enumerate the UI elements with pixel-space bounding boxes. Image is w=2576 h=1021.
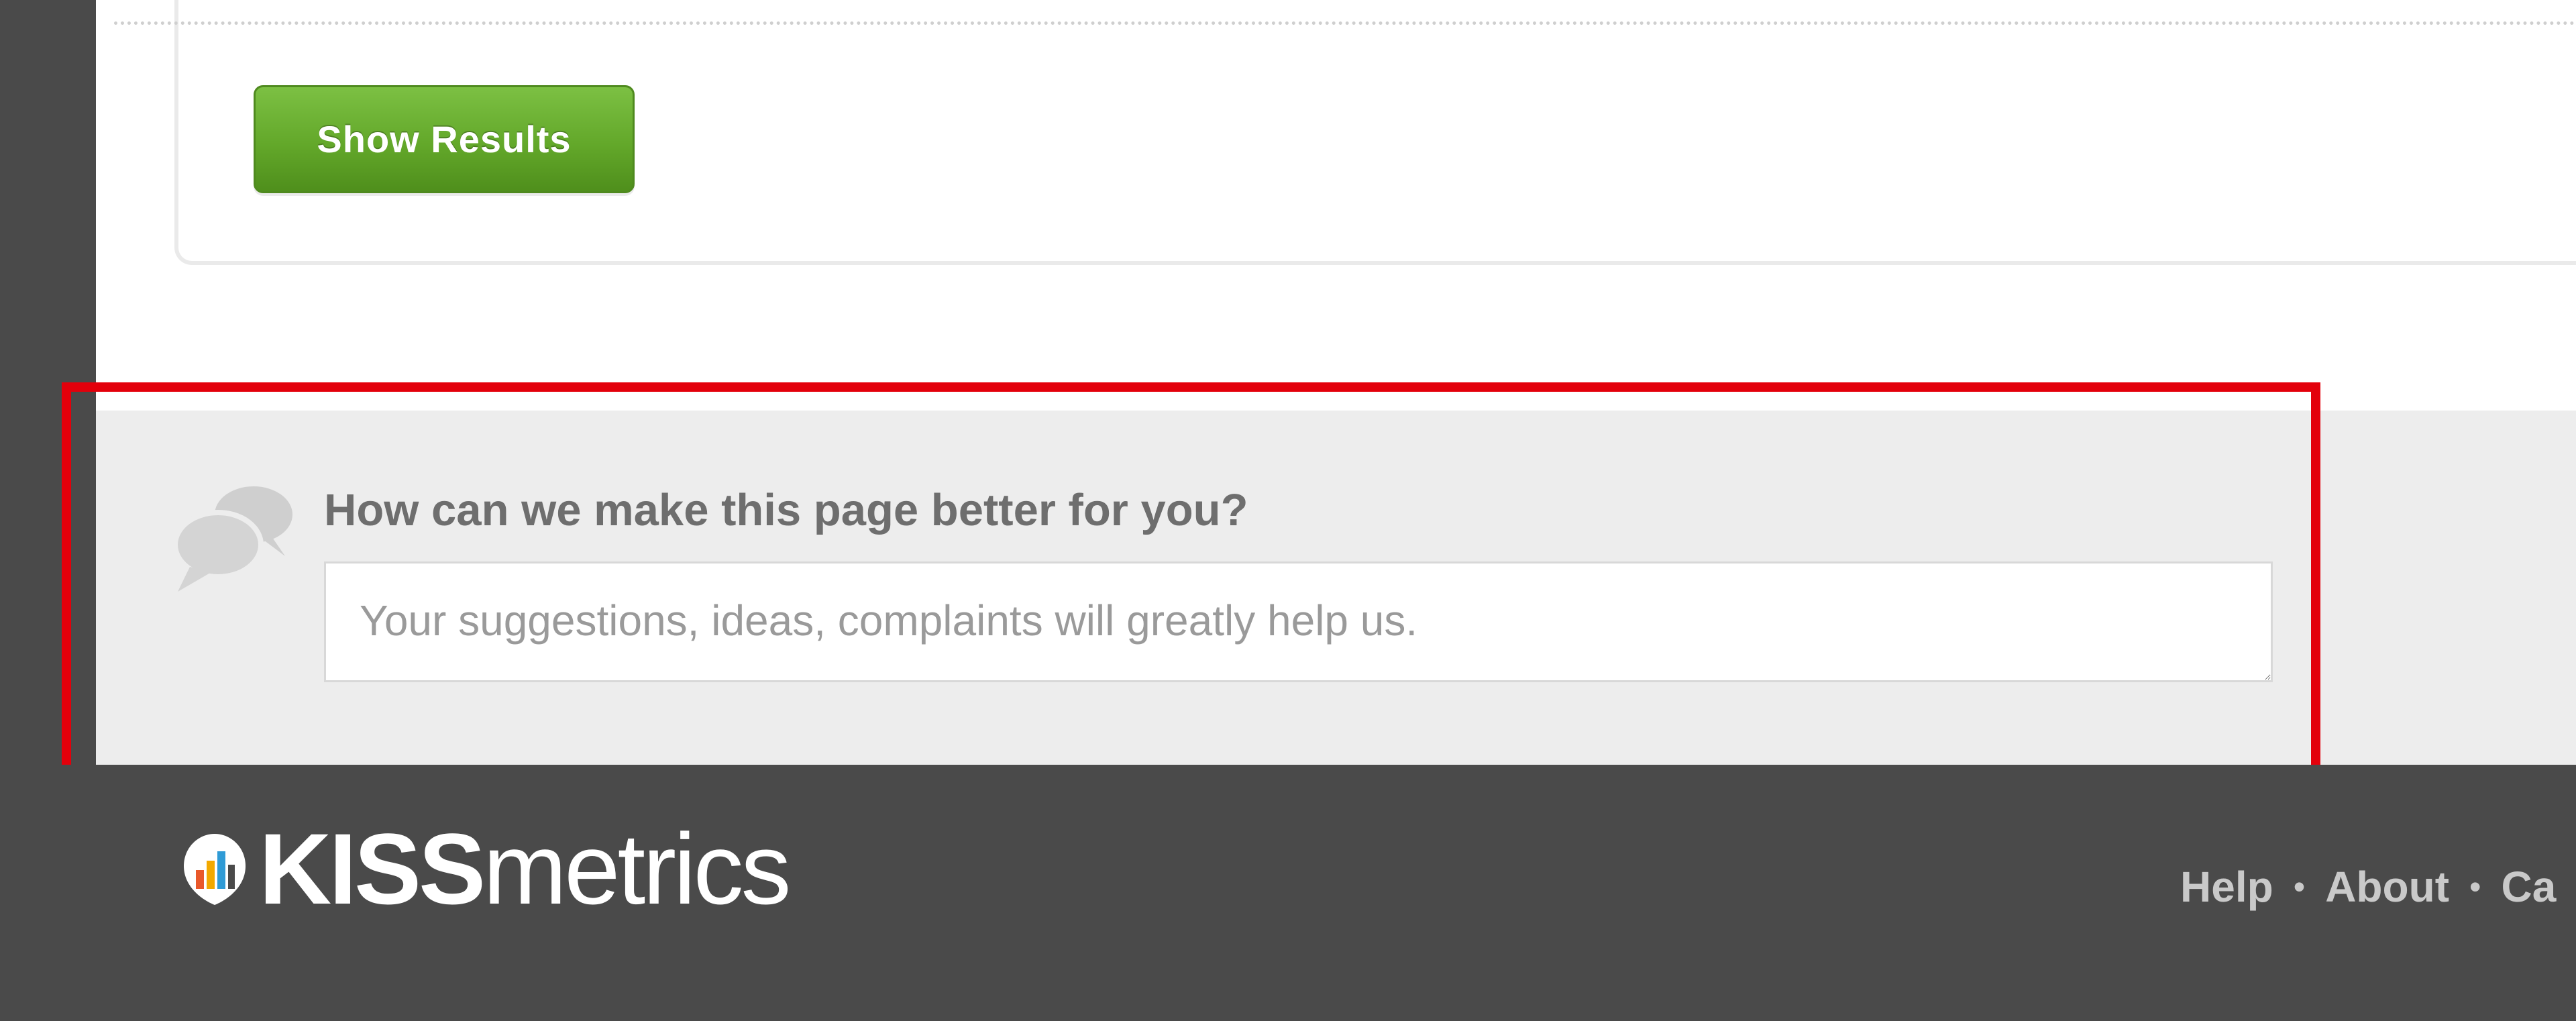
kissmetrics-logo-icon <box>184 834 246 905</box>
feedback-input[interactable] <box>324 561 2273 682</box>
left-rail <box>0 0 96 765</box>
feedback-section: How can we make this page better for you… <box>96 411 2576 765</box>
footer-link-help[interactable]: Help <box>2180 862 2273 912</box>
dotted-divider <box>114 21 2576 25</box>
footer: KISSmetrics Help • About • Ca <box>0 765 2576 1021</box>
footer-nav: Help • About • Ca <box>2180 862 2556 912</box>
logo-text-bold: KISS <box>259 812 486 925</box>
logo-text-rest: metrics <box>483 812 791 925</box>
footer-link-about[interactable]: About <box>2325 862 2449 912</box>
logo-text: KISSmetrics <box>259 811 791 927</box>
footer-separator: • <box>2469 868 2481 906</box>
footer-separator: • <box>2293 868 2306 906</box>
chat-bubbles-icon <box>172 486 292 592</box>
kissmetrics-logo[interactable]: KISSmetrics <box>174 812 791 925</box>
footer-link-partial[interactable]: Ca <box>2502 862 2557 912</box>
feedback-question: How can we make this page better for you… <box>324 485 1248 535</box>
show-results-button[interactable]: Show Results <box>254 85 635 193</box>
